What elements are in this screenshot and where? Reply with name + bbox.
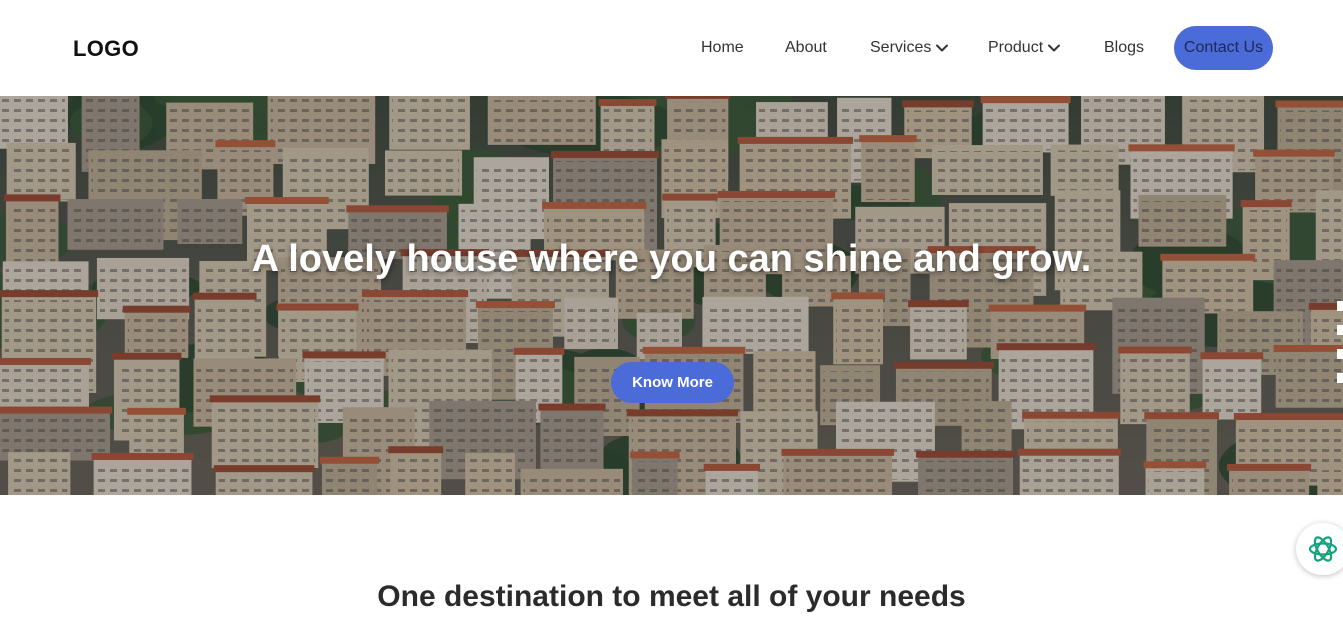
nav-services[interactable]: Services [870,39,949,57]
nav-about[interactable]: About [785,39,827,57]
nav-about-label: About [785,39,827,56]
carousel-dot[interactable] [1337,301,1343,311]
nav-home-label: Home [701,39,744,56]
chevron-down-icon [936,44,949,52]
chevron-down-icon [1048,44,1061,52]
carousel-dot[interactable] [1337,325,1343,335]
nav-blogs-label: Blogs [1104,39,1145,56]
know-more-button[interactable]: Know More [611,362,734,403]
section-title: One destination to meet all of your need… [377,580,966,613]
nav-product-label: Product [988,39,1044,56]
hero-banner: A lovely house where you can shine and g… [0,96,1343,495]
carousel-indicators [1337,301,1343,397]
nav-product[interactable]: Product [988,39,1061,57]
navbar: LOGO Home About Services Product Blogs C… [0,0,1343,96]
nav-services-label: Services [870,39,932,56]
assistant-button[interactable] [1296,523,1343,575]
contact-us-button[interactable]: Contact Us [1174,26,1273,70]
openai-logo-icon [1308,536,1338,562]
nav-blogs[interactable]: Blogs [1104,39,1144,57]
carousel-dot[interactable] [1337,349,1343,359]
carousel-dot[interactable] [1337,373,1343,383]
hero-overlay [0,96,1343,495]
hero-title: A lovely house where you can shine and g… [251,238,1092,280]
nav-home[interactable]: Home [701,39,744,57]
main-nav: Home About Services Product Blogs Contac… [0,0,1343,96]
